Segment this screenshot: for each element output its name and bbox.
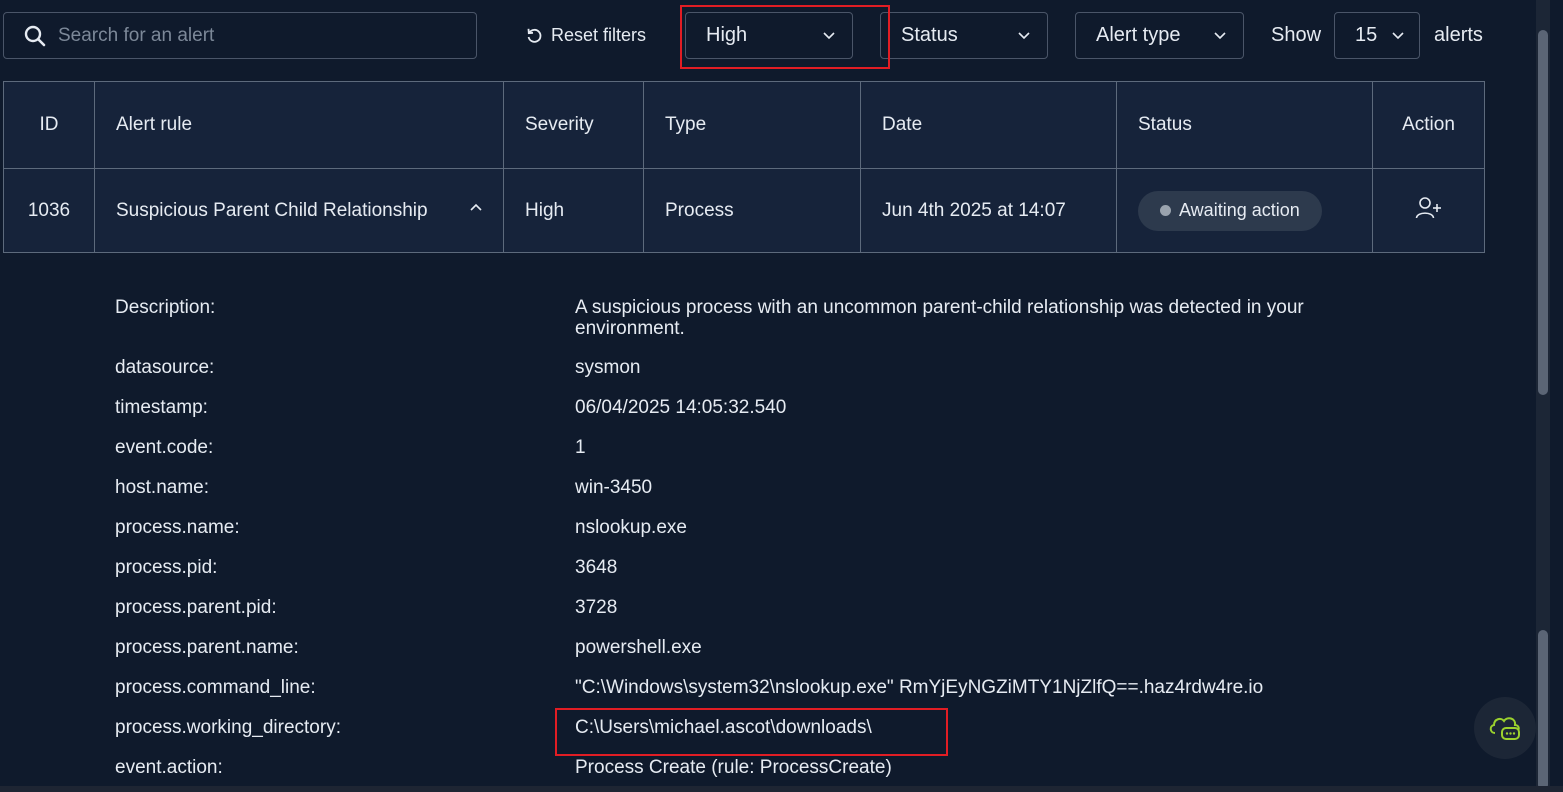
detail-key: host.name: — [115, 477, 209, 498]
alert-severity: High — [503, 168, 644, 253]
header-status: Status — [1116, 81, 1373, 169]
alert-status-cell: Awaiting action — [1116, 168, 1373, 253]
status-dot-icon — [1160, 205, 1171, 216]
alerts-table: ID Alert rule Severity Type Date Status … — [3, 81, 1485, 253]
chevron-up-icon[interactable] — [469, 203, 483, 212]
chevron-down-icon — [1214, 32, 1226, 40]
detail-value: Process Create (rule: ProcessCreate) — [575, 757, 892, 778]
scrollbar-thumb-secondary[interactable] — [1538, 630, 1548, 790]
reset-filters-label: Reset filters — [551, 24, 647, 45]
status-filter-dropdown[interactable]: Status — [880, 12, 1048, 59]
status-badge: Awaiting action — [1138, 190, 1322, 231]
status-badge-label: Awaiting action — [1179, 200, 1300, 220]
header-action: Action — [1372, 81, 1485, 169]
alert-type-filter-dropdown[interactable]: Alert type — [1075, 12, 1244, 59]
detail-value: C:\Users\michael.ascot\downloads\ — [575, 717, 872, 738]
alerts-page: Reset filters High Status Alert type Sho… — [0, 0, 1563, 792]
detail-key: process.command_line: — [115, 677, 316, 698]
detail-value: nslookup.exe — [575, 517, 687, 538]
chevron-down-icon — [1018, 32, 1030, 40]
search-box[interactable] — [3, 12, 477, 59]
reset-icon — [527, 28, 542, 43]
header-type: Type — [643, 81, 861, 169]
detail-value: "C:\Windows\system32\nslookup.exe" RmYjE… — [575, 677, 1264, 698]
bottom-edge-bar — [0, 786, 1563, 792]
chevron-down-icon — [823, 32, 835, 40]
detail-key: datasource: — [115, 357, 215, 378]
search-input[interactable] — [58, 24, 438, 47]
detail-key: event.code: — [115, 437, 214, 458]
detail-value: 3648 — [575, 557, 618, 578]
alert-action-cell — [1372, 168, 1485, 253]
detail-key: process.working_directory: — [115, 717, 341, 738]
severity-filter-value: High — [706, 24, 748, 46]
page-size-dropdown[interactable]: 15 — [1334, 12, 1420, 59]
alert-id: 1036 — [3, 168, 95, 253]
detail-value: 06/04/2025 14:05:32.540 — [575, 397, 787, 418]
header-date: Date — [860, 81, 1117, 169]
severity-filter-dropdown[interactable]: High — [685, 12, 853, 59]
chat-assistant-button[interactable] — [1474, 697, 1536, 759]
detail-value: A suspicious process with an uncommon pa… — [575, 297, 1304, 339]
detail-key: process.parent.name: — [115, 637, 299, 658]
header-severity: Severity — [503, 81, 644, 169]
detail-value: sysmon — [575, 357, 641, 378]
chevron-down-icon — [1392, 32, 1404, 40]
header-alert-rule: Alert rule — [94, 81, 504, 169]
header-id: ID — [3, 81, 95, 169]
chat-cloud-icon — [1489, 717, 1520, 740]
detail-value: 3728 — [575, 597, 618, 618]
detail-key: process.parent.pid: — [115, 597, 277, 618]
alert-type-filter-value: Alert type — [1096, 24, 1181, 46]
reset-filters-button[interactable]: Reset filters — [526, 20, 646, 50]
alert-rule-cell[interactable]: Suspicious Parent Child Relationship — [94, 168, 504, 253]
detail-value: powershell.exe — [575, 637, 702, 658]
detail-key: process.pid: — [115, 557, 218, 578]
table-header-row: ID Alert rule Severity Type Date Status … — [3, 81, 1485, 169]
page-size-value: 15 — [1355, 24, 1378, 46]
detail-key: event.action: — [115, 757, 223, 778]
assign-user-icon[interactable] — [1415, 196, 1443, 220]
search-icon — [24, 25, 46, 46]
alerts-label: alerts — [1434, 24, 1483, 46]
alert-details-panel: Description: A suspicious process with a… — [0, 253, 1484, 792]
table-row[interactable]: 1036 Suspicious Parent Child Relationshi… — [3, 168, 1485, 253]
detail-value: win-3450 — [575, 477, 653, 498]
alert-date: Jun 4th 2025 at 14:07 — [860, 168, 1117, 253]
alert-rule-name: Suspicious Parent Child Relationship — [116, 199, 428, 221]
show-label: Show — [1271, 24, 1322, 46]
alert-type: Process — [643, 168, 861, 253]
detail-key: Description: — [115, 297, 216, 318]
detail-key: timestamp: — [115, 397, 208, 418]
detail-value: 1 — [575, 437, 586, 458]
status-filter-value: Status — [901, 24, 958, 46]
scrollbar-thumb[interactable] — [1538, 30, 1548, 395]
detail-key: process.name: — [115, 517, 240, 538]
